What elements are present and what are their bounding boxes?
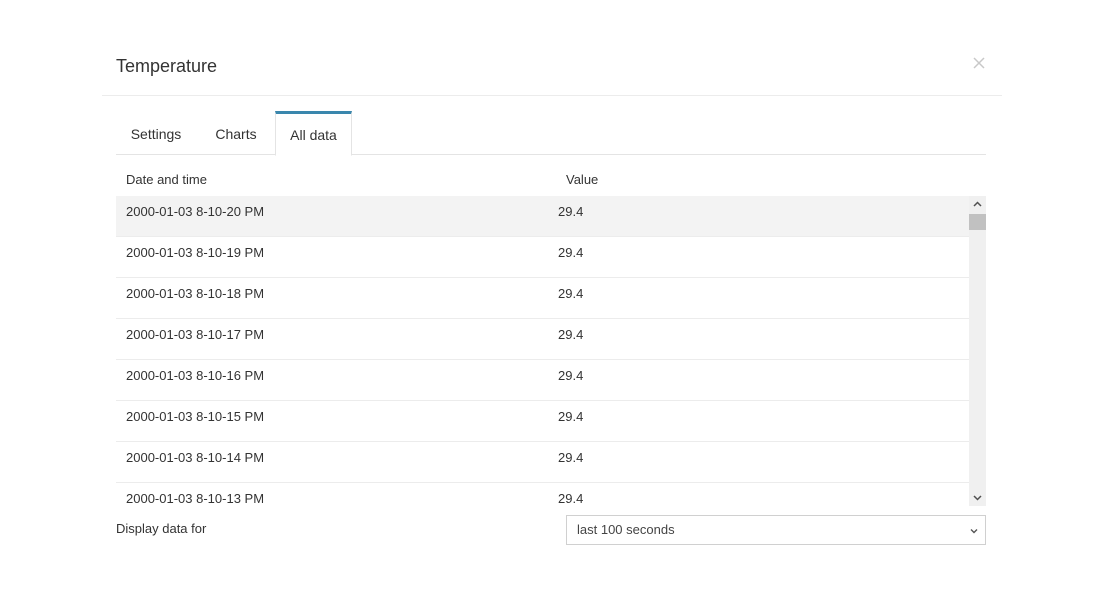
- date-cell: 2000-01-03 8-10-19 PM: [126, 245, 265, 260]
- value-cell: 29.4: [558, 204, 584, 219]
- date-cell: 2000-01-03 8-10-17 PM: [126, 327, 265, 342]
- column-header-value: Value: [566, 172, 599, 187]
- time-range-select[interactable]: last 100 seconds: [566, 515, 986, 545]
- chevron-up-icon: [973, 201, 982, 207]
- vertical-scrollbar[interactable]: [969, 196, 986, 506]
- close-icon: [973, 57, 985, 69]
- date-cell: 2000-01-03 8-10-13 PM: [126, 491, 265, 506]
- tab-charts[interactable]: Charts: [204, 111, 268, 155]
- time-range-selected-value: last 100 seconds: [577, 522, 675, 537]
- table-row[interactable]: 2000-01-03 8-10-15 PM 29.4: [116, 401, 969, 442]
- table-rows: 2000-01-03 8-10-20 PM 29.4 2000-01-03 8-…: [116, 196, 969, 506]
- dialog-title: Temperature: [116, 56, 218, 76]
- chevron-down-icon: [973, 495, 982, 501]
- tab-settings[interactable]: Settings: [116, 111, 196, 155]
- dialog-header: Temperature: [102, 42, 1002, 96]
- value-cell: 29.4: [558, 286, 584, 301]
- table-row[interactable]: 2000-01-03 8-10-19 PM 29.4: [116, 237, 969, 278]
- table-row[interactable]: 2000-01-03 8-10-13 PM 29.4: [116, 483, 969, 506]
- table-row[interactable]: 2000-01-03 8-10-16 PM 29.4: [116, 360, 969, 401]
- close-button[interactable]: [970, 54, 988, 72]
- date-cell: 2000-01-03 8-10-18 PM: [126, 286, 265, 301]
- table-row[interactable]: 2000-01-03 8-10-20 PM 29.4: [116, 196, 969, 237]
- scroll-up-button[interactable]: [969, 196, 986, 213]
- date-cell: 2000-01-03 8-10-20 PM: [126, 204, 265, 219]
- date-cell: 2000-01-03 8-10-14 PM: [126, 450, 265, 465]
- table-header: Date and time Value: [116, 164, 986, 194]
- column-header-date-time: Date and time: [126, 172, 207, 187]
- scroll-down-button[interactable]: [969, 489, 986, 506]
- value-cell: 29.4: [558, 409, 584, 424]
- value-cell: 29.4: [558, 368, 584, 383]
- data-table-body: 2000-01-03 8-10-20 PM 29.4 2000-01-03 8-…: [116, 196, 986, 506]
- date-cell: 2000-01-03 8-10-16 PM: [126, 368, 265, 383]
- tab-all-data[interactable]: All data: [275, 111, 352, 156]
- table-row[interactable]: 2000-01-03 8-10-18 PM 29.4: [116, 278, 969, 319]
- value-cell: 29.4: [558, 245, 584, 260]
- tab-bar: Settings Charts All data: [116, 111, 986, 156]
- date-cell: 2000-01-03 8-10-15 PM: [126, 409, 265, 424]
- value-cell: 29.4: [558, 491, 584, 506]
- value-cell: 29.4: [558, 327, 584, 342]
- table-row[interactable]: 2000-01-03 8-10-14 PM 29.4: [116, 442, 969, 483]
- scrollbar-thumb[interactable]: [969, 214, 986, 230]
- temperature-dialog: Temperature Settings Charts All data Dat…: [0, 0, 1100, 600]
- chevron-down-icon: [970, 529, 978, 534]
- display-data-for-label: Display data for: [116, 521, 207, 536]
- value-cell: 29.4: [558, 450, 584, 465]
- table-row[interactable]: 2000-01-03 8-10-17 PM 29.4: [116, 319, 969, 360]
